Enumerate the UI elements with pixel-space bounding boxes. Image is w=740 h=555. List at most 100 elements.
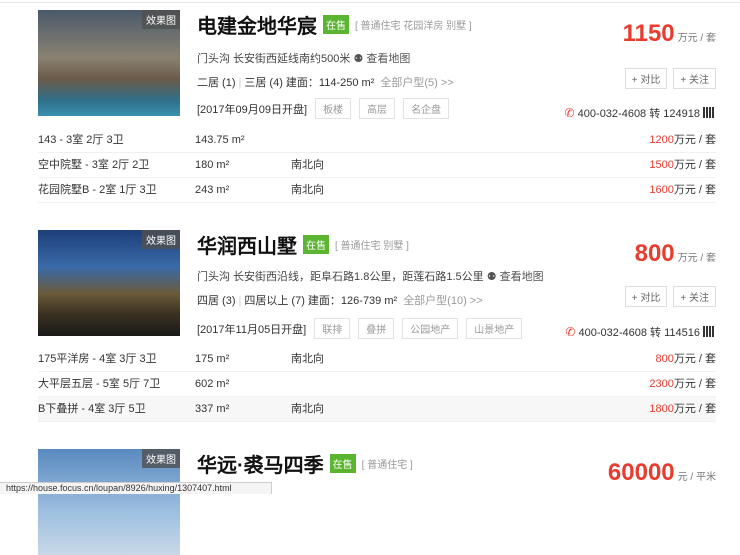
divider xyxy=(0,2,740,3)
map-link[interactable]: ⚉ 查看地图 xyxy=(353,53,410,65)
unit-orientation: 南北向 xyxy=(291,403,324,415)
room-type-link[interactable]: 四居 (3) xyxy=(197,295,236,307)
tag: 高层 xyxy=(359,98,396,119)
unit-name[interactable]: B下叠拼 - 4室 3厅 5卫 xyxy=(38,397,146,422)
price: 800 万元 / 套 xyxy=(635,240,716,268)
qr-code-icon[interactable] xyxy=(703,107,714,118)
tag: 板楼 xyxy=(315,98,352,119)
listing-image[interactable]: 效果图 xyxy=(38,10,180,116)
unit-price-value: 1500 xyxy=(649,159,674,171)
unit-price: 1800万元 / 套 xyxy=(649,397,716,422)
price-unit: 万元 / 套 xyxy=(677,253,716,264)
status-badge: 在售 xyxy=(323,15,349,34)
action-buttons: + 对比 + 关注 xyxy=(619,68,716,89)
room-type-link[interactable]: 三居 (4) xyxy=(244,77,283,89)
listing-title[interactable]: 华润西山墅 在售 [ 普通住宅 别墅 ] xyxy=(197,230,409,259)
title-link[interactable]: 电建金地华宸 xyxy=(197,16,317,38)
property-types: [ 普通住宅 ] xyxy=(361,460,413,471)
table-row[interactable]: 143 - 3室 2厅 3卫 143.75 m² 1200万元 / 套 xyxy=(38,128,716,153)
listing-title[interactable]: 华远·裘马四季 在售 [ 普通住宅 ] xyxy=(197,449,413,478)
unit-price-value: 1800 xyxy=(649,403,674,415)
price: 1150 万元 / 套 xyxy=(623,20,716,48)
unit-price: 1200万元 / 套 xyxy=(649,128,716,153)
area-range: 建面：114-250 m² xyxy=(285,77,375,89)
unit-orientation: 南北向 xyxy=(291,353,324,365)
price-value: 800 xyxy=(634,240,675,267)
listing-title[interactable]: 电建金地华宸 在售 [ 普通住宅 花园洋房 别墅 ] xyxy=(197,10,472,39)
price-unit: 万元 / 套 xyxy=(677,33,716,44)
phone: ✆ 400-032-4608 转 124918 xyxy=(565,105,714,121)
table-row[interactable]: 大平层五层 - 5室 5厅 7卫 602 m² 2300万元 / 套 xyxy=(38,372,716,397)
price-value: 60000 xyxy=(607,459,675,486)
unit-price-unit: 万元 / 套 xyxy=(673,159,716,171)
table-row[interactable]: 花园院墅B - 2室 1厅 3卫 243 m² 南北向 1600万元 / 套 xyxy=(38,178,716,203)
open-date: [2017年11月05日开盘] xyxy=(197,324,307,336)
unit-price-value: 800 xyxy=(655,353,674,365)
unit-area: 180 m² xyxy=(195,159,230,171)
follow-button[interactable]: + 关注 xyxy=(673,286,716,307)
room-types: 四居 (3) | 四居以上 (7) 建面：126-739 m² 全部户型(10) >> xyxy=(197,295,483,307)
table-row[interactable]: 空中院墅 - 3室 2厅 2卫 180 m² 南北向 1500万元 / 套 xyxy=(38,153,716,178)
unit-table: 175平洋房 - 4室 3厅 3卫 175 m² 南北向 800万元 / 套 大平层五… xyxy=(38,347,716,422)
action-buttons: + 对比 + 关注 xyxy=(619,286,716,307)
phone-number: 400-032-4608 转 114516 xyxy=(578,327,700,339)
listing-image[interactable]: 效果图 xyxy=(38,230,180,336)
unit-price-unit: 万元 / 套 xyxy=(673,184,716,196)
open-date: [2017年09月09日开盘] xyxy=(197,104,308,116)
unit-area: 243 m² xyxy=(195,184,230,196)
unit-area: 602 m² xyxy=(195,378,230,390)
unit-price: 1500万元 / 套 xyxy=(649,153,716,178)
tag: 叠拼 xyxy=(358,318,395,339)
unit-orientation: 南北向 xyxy=(291,184,324,196)
property-types: [ 普通住宅 花园洋房 别墅 ] xyxy=(355,21,472,32)
room-type-link[interactable]: 二居 (1) xyxy=(197,77,236,89)
unit-name[interactable]: 大平层五层 - 5室 5厅 7卫 xyxy=(38,372,160,397)
price: 60000 元 / 平米 xyxy=(608,459,716,487)
unit-name[interactable]: 175平洋房 - 4室 3厅 3卫 xyxy=(38,347,157,372)
title-link[interactable]: 华润西山墅 xyxy=(197,236,297,258)
title-link[interactable]: 华远·裘马四季 xyxy=(197,455,324,477)
unit-area: 143.75 m² xyxy=(195,134,245,146)
render-badge: 效果图 xyxy=(142,449,180,468)
compare-button[interactable]: + 对比 xyxy=(624,68,668,89)
price-value: 1150 xyxy=(622,20,675,47)
tag: 联排 xyxy=(314,318,351,339)
map-link[interactable]: ⚉ 查看地图 xyxy=(487,271,544,283)
unit-price: 1600万元 / 套 xyxy=(649,178,716,203)
listing-image[interactable]: 效果图 xyxy=(38,449,180,555)
unit-area: 175 m² xyxy=(195,353,230,365)
qr-code-icon[interactable] xyxy=(703,326,714,337)
phone-icon: ✆ xyxy=(565,325,576,339)
map-link-label[interactable]: 查看地图 xyxy=(500,271,544,283)
unit-price: 800万元 / 套 xyxy=(655,347,716,372)
unit-name[interactable]: 花园院墅B - 2室 1厅 3卫 xyxy=(38,178,157,203)
unit-price-value: 1600 xyxy=(649,184,674,196)
open-info: [2017年09月09日开盘] 板楼 高层 名企盘 xyxy=(197,98,450,119)
unit-name[interactable]: 空中院墅 - 3室 2厅 2卫 xyxy=(38,153,149,178)
tag: 名企盘 xyxy=(403,98,450,119)
price-unit: 元 / 平米 xyxy=(677,472,716,483)
address: 门头沟 长安街西沿线，距阜石路1.8公里，距莲石路1.5公里 ⚉ 查看地图 xyxy=(197,268,544,284)
unit-name[interactable]: 143 - 3室 2厅 3卫 xyxy=(38,128,124,153)
unit-price-value: 1200 xyxy=(649,134,674,146)
unit-price-unit: 万元 / 套 xyxy=(673,403,716,415)
all-types-link[interactable]: 全部户型(5) >> xyxy=(380,77,453,89)
table-row[interactable]: 175平洋房 - 4室 3厅 3卫 175 m² 南北向 800万元 / 套 xyxy=(38,347,716,372)
room-type-link[interactable]: 四居以上 (7) xyxy=(244,295,305,307)
address-text: 门头沟 长安街西沿线，距阜石路1.8公里，距莲石路1.5公里 xyxy=(197,271,484,283)
phone-number: 400-032-4608 转 124918 xyxy=(577,108,700,120)
browser-status-bar: https://house.focus.cn/loupan/8926/huxin… xyxy=(0,482,272,494)
map-link-label[interactable]: 查看地图 xyxy=(366,53,410,65)
table-row[interactable]: B下叠拼 - 4室 3厅 5卫 337 m² 南北向 1800万元 / 套 xyxy=(38,397,716,422)
phone: ✆ 400-032-4608 转 114516 xyxy=(565,324,714,340)
compare-button[interactable]: + 对比 xyxy=(624,286,668,307)
property-types: [ 普通住宅 别墅 ] xyxy=(335,241,409,252)
address: 门头沟 长安街西延线南约500米 ⚉ 查看地图 xyxy=(197,50,410,66)
unit-table: 143 - 3室 2厅 3卫 143.75 m² 1200万元 / 套 空中院墅 -… xyxy=(38,128,716,203)
unit-price-value: 2300 xyxy=(649,378,674,390)
unit-price-unit: 万元 / 套 xyxy=(673,353,716,365)
all-types-link[interactable]: 全部户型(10) >> xyxy=(403,295,482,307)
follow-button[interactable]: + 关注 xyxy=(673,68,716,89)
open-info: [2017年11月05日开盘] 联排 叠拼 公园地产 山景地产 xyxy=(197,318,523,339)
unit-orientation: 南北向 xyxy=(291,159,324,171)
